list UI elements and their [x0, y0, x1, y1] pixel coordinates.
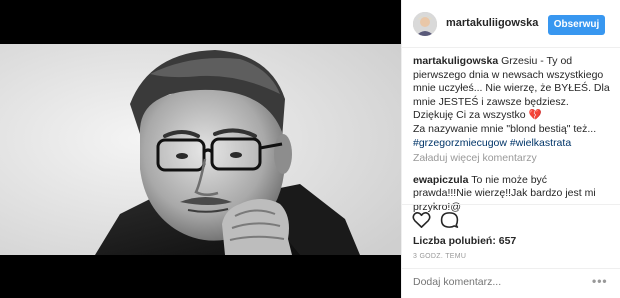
broken-heart-icon: 💔	[528, 109, 542, 122]
portrait-image	[0, 44, 401, 255]
comment-line: prawda!!!Nie wierzę!!Jak bardzo jest mi	[413, 187, 596, 200]
caption-line: Za nazywanie mnie "blond bestią" też...	[413, 122, 597, 135]
caption-line: mnie JESTEŚ i zawsze będziesz.	[413, 95, 569, 108]
hashtags-link[interactable]: #grzegorzmiecugow #wielkastrata	[413, 137, 609, 151]
post-details-panel: martakuliigowska Obserwuj martakuligowsk…	[401, 0, 620, 298]
header-username-link[interactable]: martakuliigowska	[446, 17, 538, 29]
post-photo[interactable]	[0, 44, 401, 255]
comment-text: To nie może być	[471, 173, 548, 186]
comments-section: martakuligowska Grzesiu - Ty od pierwsze…	[413, 55, 610, 215]
caption-line: martakuligowska Grzesiu - Ty od	[413, 55, 609, 69]
caption-text: Grzesiu - Ty od	[501, 55, 573, 67]
avatar[interactable]	[413, 12, 437, 36]
caption-text: Dziękuję Ci za wszystko	[413, 109, 526, 122]
like-heart-icon[interactable]	[412, 211, 431, 229]
more-options-icon[interactable]: •••	[592, 274, 608, 288]
caption-line: pierwszego dnia w newsach wszystkiego	[413, 68, 604, 81]
post-caption: martakuligowska Grzesiu - Ty od pierwsze…	[413, 55, 610, 151]
caption-line: mnie uczyłeś... Nie wierzę, że BYŁEŚ. Dl…	[413, 82, 610, 95]
caption-line: Dziękuję Ci za wszystko 💔	[413, 109, 609, 123]
load-more-comments-link[interactable]: Załaduj więcej komentarzy	[413, 152, 609, 166]
post-timestamp: 3 GODZ. TEMU	[413, 253, 467, 260]
comment-line: ewapiczula To nie może być	[413, 174, 609, 188]
likes-count[interactable]: Liczba polubień: 657	[413, 235, 516, 247]
comment-bubble-icon[interactable]	[440, 211, 459, 229]
post-media	[0, 0, 401, 298]
action-bar	[402, 204, 620, 234]
comment-username-link[interactable]: ewapiczula	[413, 174, 468, 186]
avatar-image	[413, 12, 437, 36]
add-comment-bar: •••	[402, 268, 620, 298]
post-header: martakuliigowska Obserwuj	[402, 0, 620, 48]
add-comment-input[interactable]	[413, 276, 573, 288]
follow-button[interactable]: Obserwuj	[548, 15, 605, 35]
caption-username-link[interactable]: martakuligowska	[413, 55, 498, 67]
